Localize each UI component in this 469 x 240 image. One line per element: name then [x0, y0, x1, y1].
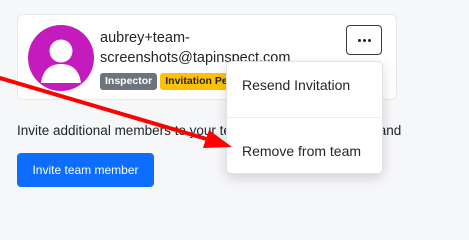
- invite-team-member-button[interactable]: Invite team member: [17, 153, 154, 187]
- more-options-button[interactable]: [346, 25, 382, 55]
- dropdown-divider: [227, 117, 382, 118]
- avatar: [28, 25, 94, 91]
- team-members-panel: aubrey+team- screenshots@tapinspect.com …: [0, 0, 469, 220]
- ellipsis-icon: [357, 38, 372, 42]
- user-placeholder-icon: [41, 39, 81, 83]
- member-email-line1: aubrey+team-: [100, 30, 190, 46]
- member-actions-dropdown: Resend Invitation Remove from team: [226, 61, 383, 174]
- resend-invitation-menu-item[interactable]: Resend Invitation: [227, 77, 382, 93]
- role-badge: Inspector: [100, 73, 158, 90]
- remove-from-team-menu-item[interactable]: Remove from team: [227, 143, 382, 159]
